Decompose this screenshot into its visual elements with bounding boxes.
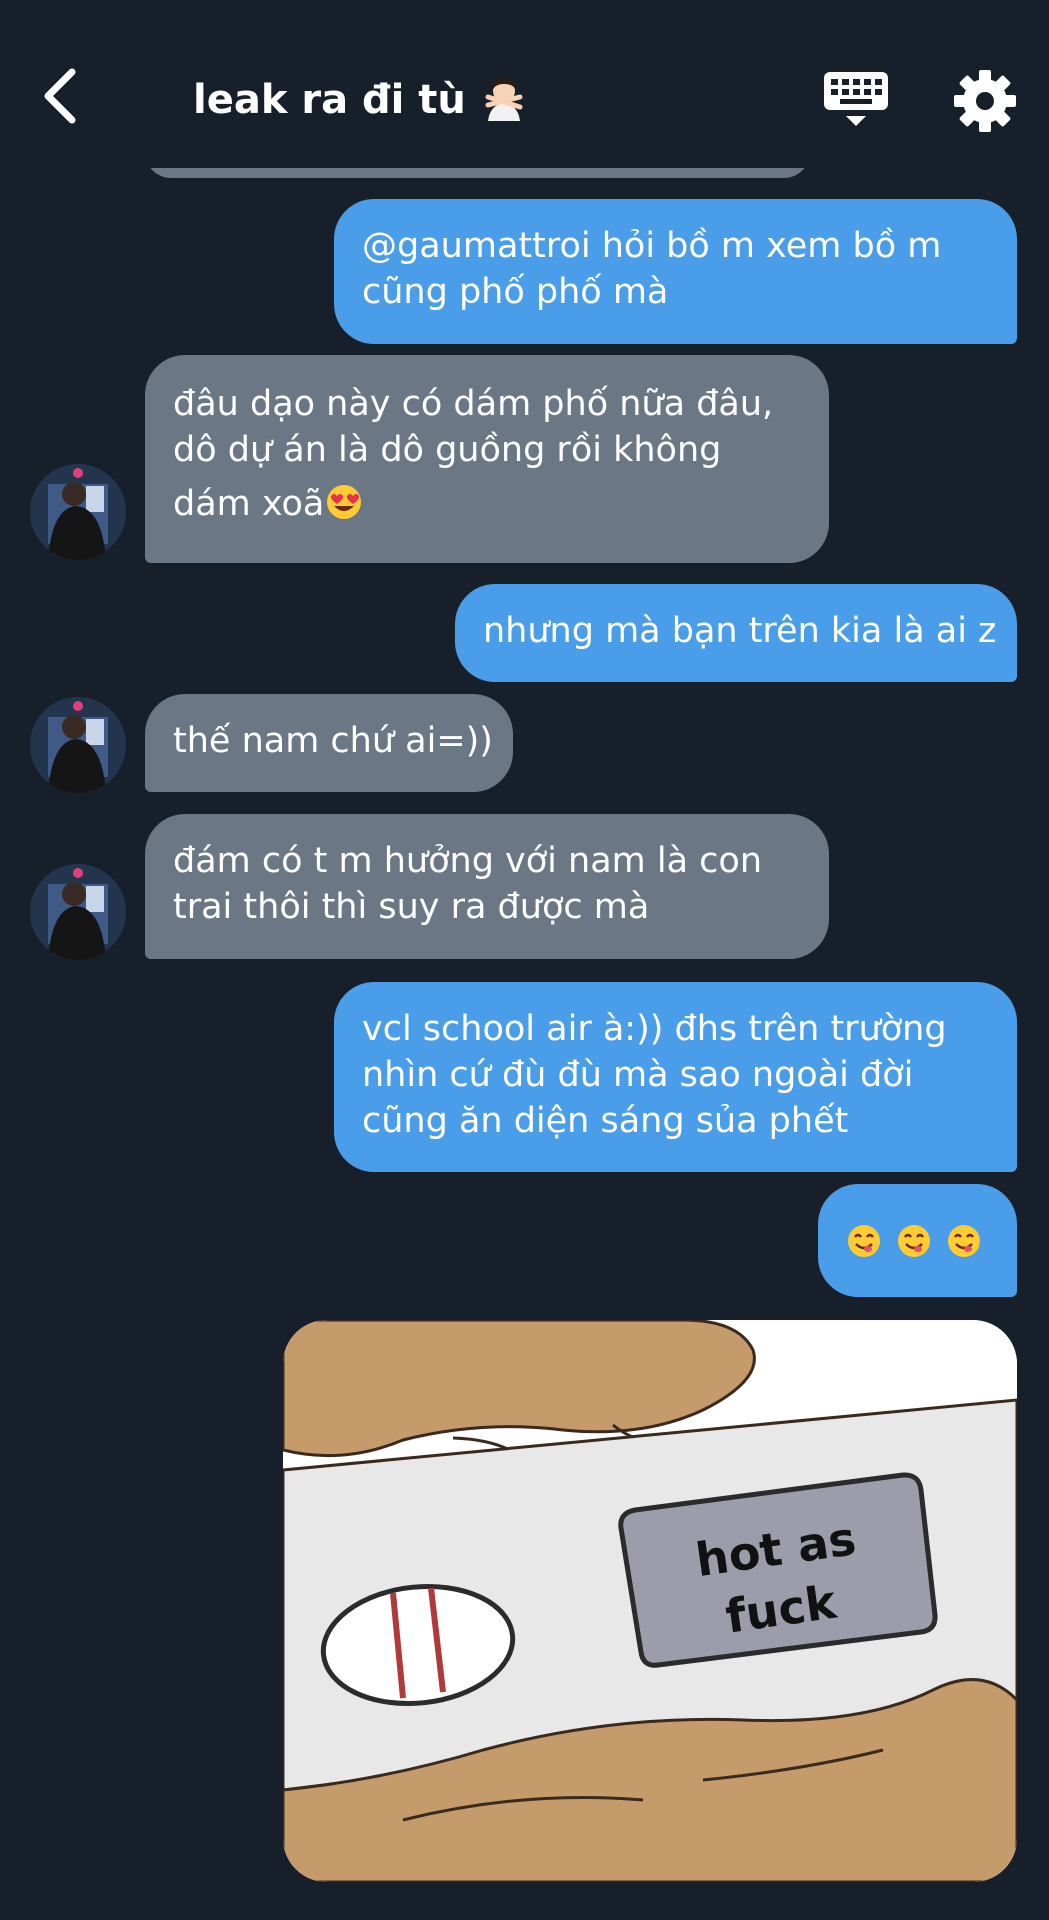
message-line: đâu dạo này có dám phố nữa đâu, — [173, 384, 774, 424]
pregnancy-test-meme-image: hot as fuck — [283, 1320, 1017, 1882]
yum-emoji — [898, 1225, 930, 1257]
avatar-image — [30, 864, 126, 960]
message-bubble-outgoing[interactable] — [818, 1184, 1017, 1297]
emoji-row — [846, 1218, 989, 1264]
chat-header: leak ra đi tù — [0, 0, 1049, 168]
avatar-image — [30, 697, 126, 793]
message-line: nhìn cứ đù đù mà sao ngoài đời — [362, 1055, 914, 1095]
yum-emoji — [848, 1225, 880, 1257]
message-line: dám xoã — [173, 484, 325, 524]
message-line: nhưng mà bạn trên kia là ai z — [483, 611, 997, 651]
chat-screen: leak ra đi tù @gaumattroi hỏi bồ m xem b… — [0, 0, 1049, 1920]
avatar-image — [30, 464, 126, 560]
keyboard-button[interactable] — [820, 66, 892, 130]
message-line: đám có t m hưởng với nam là con — [173, 841, 763, 881]
message-line: cũng phố phố mà — [362, 272, 669, 312]
message-line-with-emoji: dám xoã — [173, 481, 801, 527]
chat-title: leak ra đi tù — [193, 70, 526, 130]
message-line: dô dự án là dô guồng rồi không — [173, 430, 722, 470]
message-line: thế nam chứ ai=)) — [173, 721, 493, 761]
avatar[interactable] — [30, 864, 126, 960]
message-bubble-incoming[interactable]: thế nam chứ ai=)) — [145, 694, 513, 792]
gear-icon — [954, 70, 1016, 132]
image-message[interactable]: hot as fuck — [283, 1320, 1017, 1882]
woman-gesturing-no-emoji — [485, 78, 523, 121]
yum-emoji — [948, 1225, 980, 1257]
message-bubble-outgoing[interactable]: @gaumattroi hỏi bồ m xem bồ m cũng phố p… — [334, 199, 1017, 344]
settings-button[interactable] — [950, 66, 1020, 136]
message-line: trai thôi thì suy ra được mà — [173, 887, 650, 927]
chevron-left-icon — [44, 68, 76, 124]
message-line: vcl school air à:)) đhs trên trường — [362, 1009, 947, 1049]
back-button[interactable] — [28, 56, 92, 136]
message-bubble-outgoing[interactable]: nhưng mà bạn trên kia là ai z — [455, 584, 1017, 682]
chat-title-text: leak ra đi tù — [193, 77, 466, 123]
heart-eyes-emoji — [327, 485, 362, 519]
message-line: @gaumattroi hỏi bồ m xem bồ m — [362, 226, 942, 266]
message-bubble-incoming[interactable]: đám có t m hưởng với nam là con trai thô… — [145, 814, 829, 959]
avatar[interactable] — [30, 464, 126, 560]
avatar[interactable] — [30, 697, 126, 793]
message-line: cũng ăn diện sáng sủa phết — [362, 1101, 849, 1141]
message-bubble-outgoing[interactable]: vcl school air à:)) đhs trên trường nhìn… — [334, 982, 1017, 1172]
keyboard-icon — [824, 72, 888, 126]
message-bubble-incoming[interactable]: đâu dạo này có dám phố nữa đâu, dô dự án… — [145, 355, 829, 563]
